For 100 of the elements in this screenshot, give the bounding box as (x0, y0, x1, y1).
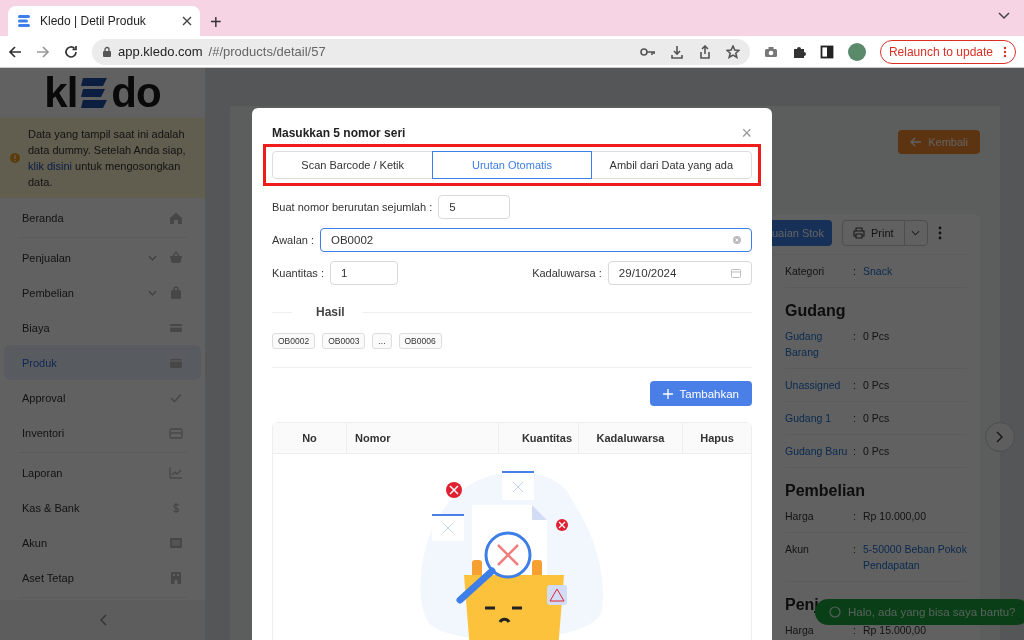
section-heading: Hasil (315, 305, 346, 319)
tab-title: Kledo | Detil Produk (40, 14, 147, 28)
date-input[interactable]: 29/10/2024 (607, 261, 752, 285)
serial-tag: OB0003 (322, 333, 366, 349)
tab[interactable]: Ambil dari Data yang ada (591, 151, 751, 179)
field-label: Kategori (785, 264, 826, 279)
field-label: Awalan : (272, 234, 314, 246)
sidebar-item[interactable]: Pembelian (4, 275, 201, 310)
close-button[interactable]: × (741, 126, 752, 140)
colon-separator: : (853, 444, 857, 459)
value-link[interactable]: Snack (863, 263, 967, 279)
building-icon (169, 570, 183, 585)
count-input[interactable]: 5 (438, 195, 511, 219)
stacked-bars-icon (16, 13, 32, 29)
download-icon[interactable] (669, 44, 684, 59)
forward-arrow-icon[interactable] (36, 44, 50, 59)
field-label: Akun (785, 542, 810, 557)
warehouse-link[interactable]: Unassigned (785, 377, 853, 393)
logo-text: do (111, 72, 161, 114)
notice-text: Data yang tampil saat ini adalah data dummy. Setelah Anda siap, klik disini untuk mengosongkan data. (28, 127, 187, 190)
chevron-right-icon (996, 431, 1004, 443)
warning-icon (10, 153, 20, 163)
colon-separator: : (853, 509, 857, 524)
column-header: Nomor (346, 423, 498, 453)
star-icon[interactable] (725, 44, 740, 59)
logo-text: kl (44, 72, 78, 114)
field-value: 0 Pcs (863, 411, 891, 426)
reload-icon[interactable] (64, 44, 78, 59)
colon-separator: : (853, 378, 857, 393)
camera-icon[interactable] (763, 45, 778, 58)
sidebar-item[interactable]: Approval (4, 380, 201, 415)
close-icon[interactable] (182, 16, 192, 26)
kebab-icon (1003, 45, 1007, 58)
colon-separator: : (853, 411, 857, 426)
chevron-down-icon[interactable] (998, 12, 1010, 20)
add-button[interactable]: Tambahkan (649, 381, 752, 406)
field-label: Buat nomor berurutan sejumlah : (272, 201, 433, 213)
value-link[interactable]: 5-50000 Beban Pokok Pendapatan (863, 541, 967, 573)
kebab-icon[interactable] (937, 226, 942, 240)
basket-icon (169, 250, 183, 265)
column-header: No (301, 431, 318, 446)
tab[interactable]: Scan Barcode / Ketik (273, 151, 433, 179)
field-value: Rp 15.000,00 (863, 623, 928, 638)
warehouse-link[interactable]: Gudang Baru (785, 443, 853, 459)
url-host: app.kledo.com (118, 44, 203, 59)
sidebar-item[interactable]: Kas & Bank (4, 490, 201, 525)
section-heading: Gudang (785, 302, 846, 320)
warehouse-link[interactable]: Gudang 1 (785, 410, 853, 426)
print-button[interactable]: Print (843, 221, 904, 245)
field-value: 0 Pcs (863, 444, 891, 459)
line-chart-icon (169, 465, 183, 480)
sidebar-item[interactable]: Aset Tetap (4, 560, 201, 595)
sidebar-icon[interactable] (819, 44, 834, 59)
sidebar-item[interactable]: Penjualan (4, 240, 201, 275)
home-icon (169, 210, 183, 225)
avatar[interactable] (847, 42, 866, 61)
lock-icon (102, 45, 112, 58)
colon-separator: : (853, 329, 857, 344)
chevron-down-icon (911, 230, 921, 236)
field-label: Harga (785, 623, 815, 638)
url-path: /#/products/detail/57 (208, 44, 326, 59)
share-icon[interactable] (697, 44, 712, 59)
puzzle-icon[interactable] (791, 44, 806, 59)
tab[interactable]: Urutan Otomatis (432, 151, 592, 179)
serial-tag: ... (372, 333, 392, 349)
print-button-group[interactable]: Print (842, 220, 928, 246)
sidebar-item[interactable]: Biaya (4, 310, 201, 345)
back-button[interactable]: Kembali (898, 130, 980, 154)
quantity-input[interactable]: 1 (330, 261, 398, 285)
column-header: Kuantitas (498, 423, 578, 453)
new-tab-button[interactable]: + (210, 12, 222, 32)
list-icon (169, 535, 183, 550)
field-value: Rp 10.000,00 (863, 509, 928, 524)
stock-adjust-button[interactable]: uaian Stok (772, 220, 832, 246)
prefix-input[interactable]: OB0002 (320, 228, 752, 252)
sidebar-item[interactable]: Inventori (4, 415, 201, 450)
colon-separator: : (853, 623, 857, 638)
colon-separator: : (853, 542, 857, 557)
field-label: Harga (785, 509, 815, 524)
section-heading: Pembelian (785, 482, 866, 500)
serial-tag: OB0002 (272, 333, 316, 349)
sidebar-item[interactable]: Laporan (4, 455, 201, 490)
warehouse-link[interactable]: Gudang Barang (785, 328, 853, 360)
printer-icon (853, 227, 865, 239)
key-icon[interactable] (639, 46, 656, 57)
tray-icon (169, 425, 183, 440)
relaunch-button[interactable]: Relaunch to update (879, 39, 1016, 64)
field-value: 0 Pcs (863, 378, 891, 393)
sidebar-item[interactable]: Akun (4, 525, 201, 560)
calendar-icon (731, 268, 741, 278)
address-bar[interactable]: app.kledo.com /#/products/detail/57 (92, 38, 750, 65)
clear-data-link[interactable]: klik disini (28, 160, 72, 172)
bag-icon (169, 285, 183, 300)
sidebar-item[interactable]: Produk (4, 345, 201, 380)
sidebar-item[interactable]: Beranda (4, 200, 201, 235)
field-value: 0 Pcs (863, 329, 891, 344)
column-header: Hapus (682, 423, 751, 453)
browser-tab[interactable]: Kledo | Detil Produk (8, 6, 200, 36)
back-arrow-icon[interactable] (8, 44, 22, 59)
column-header: Kadaluwarsa (578, 423, 682, 453)
